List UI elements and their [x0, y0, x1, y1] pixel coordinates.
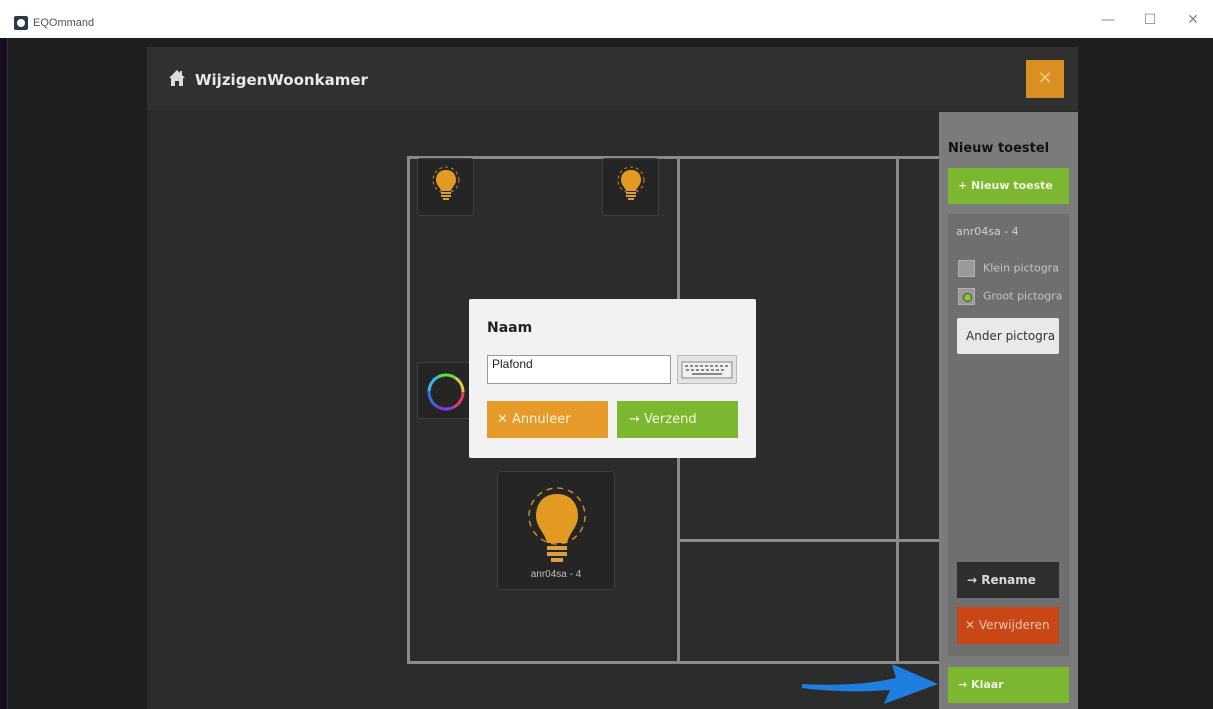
close-button[interactable]: ✕	[1026, 60, 1064, 98]
wall-vertical-2	[896, 159, 899, 661]
send-button[interactable]: → Verzend	[617, 401, 738, 438]
app-icon	[14, 16, 28, 30]
name-input[interactable]: Plafond	[487, 355, 671, 384]
rename-button[interactable]: → Rename	[957, 562, 1059, 598]
device-tile-bulb-large[interactable]: anr04sa - 4	[497, 471, 615, 590]
other-icon-button[interactable]: Ander pictogra	[957, 318, 1059, 354]
name-dialog: Naam Plafond ✕ Annuleer → Verzend	[469, 299, 756, 458]
device-sidebar: Nieuw toestel + Nieuw toeste anr04sa - 4…	[939, 112, 1078, 709]
delete-button[interactable]: ✕ Verwijderen	[957, 607, 1059, 644]
color-ring-icon	[427, 373, 465, 411]
wall-horizontal	[677, 539, 947, 542]
device-tile-bulb-small[interactable]	[602, 158, 659, 216]
minimize-button[interactable]: —	[1098, 12, 1118, 28]
done-button[interactable]: → Klaar	[948, 667, 1069, 703]
home-icon	[169, 70, 185, 86]
keyboard-button[interactable]	[677, 355, 737, 384]
left-edge-strip	[0, 38, 8, 709]
page-title: WijzigenWoonkamer	[195, 71, 368, 89]
close-window-button[interactable]: ✕	[1183, 12, 1203, 28]
small-icon-label: Klein pictogra	[983, 261, 1059, 275]
window-titlebar: EQOmmand — ☐ ✕	[0, 0, 1213, 38]
large-icon-option[interactable]: Groot pictogra	[958, 288, 1062, 305]
sidebar-title: Nieuw toestel	[948, 141, 1050, 156]
bulb-icon	[432, 166, 460, 200]
device-tile-color-light[interactable]	[417, 362, 472, 419]
large-icon-label: Groot pictogra	[983, 289, 1063, 303]
editor-header: WijzigenWoonkamer ✕	[147, 47, 1078, 110]
device-properties-panel: anr04sa - 4 Klein pictogra Groot pictogr…	[948, 214, 1069, 656]
close-icon: ✕	[1037, 68, 1053, 89]
window-title: EQOmmand	[33, 17, 95, 29]
device-tile-label: anr04sa - 4	[530, 569, 582, 580]
cancel-button[interactable]: ✕ Annuleer	[487, 401, 608, 438]
device-tile-bulb-small[interactable]	[417, 158, 474, 216]
device-name: anr04sa - 4	[956, 225, 1019, 238]
new-device-button[interactable]: + Nieuw toeste	[948, 168, 1069, 204]
dialog-title: Naam	[487, 320, 533, 336]
bulb-icon	[528, 487, 586, 562]
large-icon-checkbox[interactable]	[958, 288, 975, 305]
keyboard-icon	[681, 361, 733, 379]
small-icon-option[interactable]: Klein pictogra	[958, 260, 1059, 277]
bulb-icon	[617, 166, 645, 200]
small-icon-checkbox[interactable]	[958, 260, 975, 277]
maximize-button[interactable]: ☐	[1140, 12, 1160, 28]
pointer-arrow-icon	[802, 664, 938, 704]
